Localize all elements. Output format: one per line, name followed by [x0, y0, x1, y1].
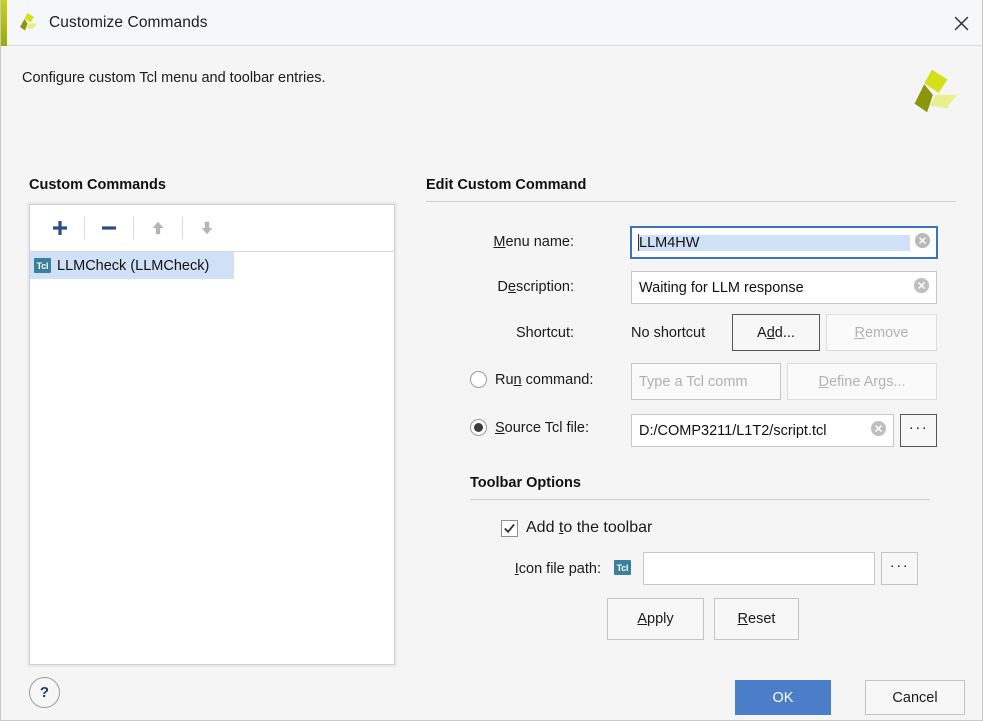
source-file-radio[interactable] [470, 419, 487, 436]
reset-post: eset [748, 611, 776, 627]
description-label: Description: [381, 279, 574, 295]
menu-name-value: LLM4HW [639, 234, 910, 251]
add-shortcut-mnemonic: d [766, 324, 775, 341]
source-file-input[interactable]: D:/COMP3211/L1T2/script.tcl [631, 414, 894, 447]
icon-file-path-input[interactable] [643, 552, 875, 585]
add-command-icon[interactable] [40, 211, 80, 245]
run-command-radio-row[interactable]: Run command: [470, 371, 593, 388]
apply-button[interactable]: Apply [607, 598, 704, 640]
run-command-label-pre: Ru [495, 371, 514, 388]
vivado-logo-icon [15, 11, 39, 35]
window-title: Customize Commands [49, 13, 208, 31]
icon-file-browse-button[interactable]: ··· [881, 552, 918, 585]
custom-commands-list-panel: Tcl LLMCheck (LLMCheck) [29, 204, 395, 665]
description-label-text: scription: [515, 279, 574, 295]
edit-command-rule [426, 201, 956, 202]
run-command-radio[interactable] [470, 371, 487, 388]
custom-commands-heading: Custom Commands [29, 177, 166, 193]
source-file-mnemonic: S [495, 419, 505, 436]
toolbar-options-rule [470, 499, 930, 500]
run-command-placeholder: Type a Tcl comm [639, 373, 748, 390]
define-args-button[interactable]: Define Args... [787, 363, 937, 400]
intro-text: Configure custom Tcl menu and toolbar en… [22, 70, 326, 86]
run-command-label-post: command: [521, 371, 594, 388]
toolbar-separator [84, 217, 85, 239]
add-to-toolbar-row[interactable]: Add to the toolbar [501, 519, 652, 537]
menu-name-label: Menu name: [381, 234, 574, 250]
description-mnemonic: e [507, 279, 516, 295]
shortcut-status: No shortcut [631, 325, 706, 341]
description-input[interactable]: Waiting for LLM response [631, 271, 937, 304]
customize-commands-dialog: Customize Commands Configure custom Tcl … [0, 0, 983, 721]
reset-button[interactable]: Reset [714, 598, 799, 640]
move-down-icon[interactable] [187, 211, 227, 245]
source-file-label-post: ource Tcl file: [504, 419, 590, 436]
add-to-toolbar-post: o the toolbar [563, 519, 653, 536]
remove-shortcut-button[interactable]: Remove [826, 314, 937, 351]
source-file-browse-button[interactable]: ··· [900, 414, 937, 447]
clear-icon[interactable] [870, 420, 887, 441]
source-file-label: Source Tcl file: [495, 420, 589, 436]
icon-file-path-label-post: con file path: [518, 561, 601, 577]
move-up-icon[interactable] [138, 211, 178, 245]
run-command-mnemonic: n [513, 371, 522, 388]
remove-command-icon[interactable] [89, 211, 129, 245]
reset-mnemonic: R [737, 611, 749, 627]
tcl-icon: Tcl [34, 258, 51, 273]
define-args-post: efine Args... [828, 373, 906, 390]
add-shortcut-button[interactable]: Ad d... [732, 314, 820, 351]
list-item[interactable]: Tcl LLMCheck (LLMCheck) [30, 252, 234, 279]
define-args-mnemonic: D [818, 373, 829, 390]
shortcut-label: Shortcut: [515, 325, 574, 341]
edit-command-heading: Edit Custom Command [426, 177, 587, 193]
accent-strip [1, 0, 7, 46]
source-file-radio-row[interactable]: Source Tcl file: [470, 419, 589, 436]
icon-file-path-label: Icon file path: [401, 561, 601, 577]
custom-commands-list[interactable]: Tcl LLMCheck (LLMCheck) [30, 252, 394, 279]
title-bar: Customize Commands [1, 0, 982, 46]
help-button[interactable]: ? [29, 677, 60, 708]
clear-icon[interactable] [914, 232, 931, 253]
description-value: Waiting for LLM response [639, 279, 804, 296]
add-shortcut-pre: A [757, 324, 767, 341]
tcl-icon: Tcl [614, 560, 631, 575]
clear-icon[interactable] [913, 277, 930, 298]
menu-name-mnemonic: M [493, 234, 506, 250]
toolbar-separator [133, 217, 134, 239]
apply-mnemonic: A [637, 611, 648, 627]
remove-shortcut-mnemonic: R [854, 324, 865, 341]
custom-commands-toolbar [30, 205, 394, 252]
run-command-label: Run command: [495, 372, 593, 388]
add-to-toolbar-label: Add to the toolbar [526, 519, 652, 537]
toolbar-options-heading: Toolbar Options [470, 475, 581, 491]
cancel-button[interactable]: Cancel [865, 680, 965, 715]
menu-name-input[interactable]: LLM4HW [630, 226, 938, 259]
menu-name-label-text: enu name: [505, 234, 574, 250]
close-icon[interactable] [938, 0, 982, 46]
description-label-pre: D [497, 279, 508, 295]
run-command-input[interactable]: Type a Tcl comm [631, 363, 781, 400]
add-to-toolbar-pre: Add [526, 519, 559, 536]
toolbar-separator [182, 217, 183, 239]
remove-shortcut-post: emove [864, 324, 909, 341]
add-to-toolbar-checkbox[interactable] [501, 519, 518, 537]
add-shortcut-post: d... [774, 324, 795, 341]
apply-post: pply [647, 611, 674, 627]
list-item-label: LLMCheck (LLMCheck) [57, 257, 210, 274]
ok-button[interactable]: OK [735, 680, 831, 715]
source-file-value: D:/COMP3211/L1T2/script.tcl [639, 422, 827, 439]
brand-logo-icon [902, 62, 960, 120]
